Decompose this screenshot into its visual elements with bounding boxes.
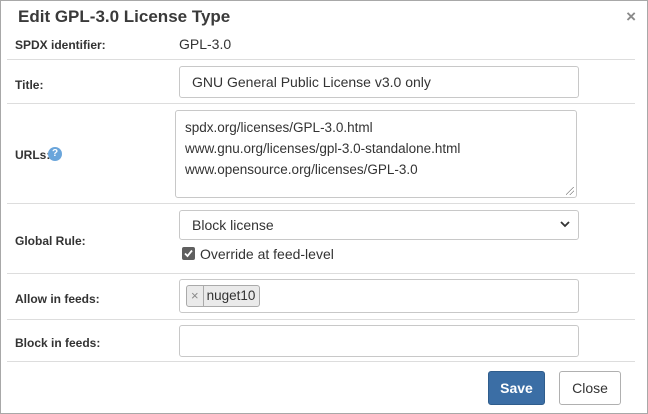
allow-feeds-label: Allow in feeds: xyxy=(15,292,100,306)
url-line: www.gnu.org/licenses/gpl-3.0-standalone.… xyxy=(185,141,461,156)
checkmark-icon xyxy=(184,249,193,258)
global-rule-select[interactable]: Block license xyxy=(179,210,579,240)
save-button[interactable]: Save xyxy=(488,371,545,405)
dialog-title: Edit GPL-3.0 License Type xyxy=(18,7,231,26)
tag-remove-icon[interactable]: × xyxy=(191,286,199,306)
urls-textarea[interactable]: spdx.org/licenses/GPL-3.0.html www.gnu.o… xyxy=(175,110,577,198)
global-rule-label: Global Rule: xyxy=(15,234,86,248)
url-line: www.opensource.org/licenses/GPL-3.0 xyxy=(185,162,418,177)
title-input[interactable] xyxy=(179,66,579,98)
feed-tag-label: nuget10 xyxy=(202,286,255,306)
block-feeds-label: Block in feeds: xyxy=(15,336,101,350)
dialog-header: Edit GPL-3.0 License Type × xyxy=(1,1,647,33)
override-label: Override at feed-level xyxy=(200,246,334,262)
urls-row: URLs: ? spdx.org/licenses/GPL-3.0.html w… xyxy=(7,103,635,203)
allow-feeds-row: Allow in feeds: × nuget10 xyxy=(7,273,635,319)
close-icon[interactable]: × xyxy=(626,7,636,27)
feed-tag: × nuget10 xyxy=(186,285,261,307)
url-line: spdx.org/licenses/GPL-3.0.html xyxy=(185,120,373,135)
block-feeds-row: Block in feeds: xyxy=(7,319,635,361)
resize-grip-icon[interactable] xyxy=(566,187,574,195)
title-row: Title: xyxy=(7,59,635,103)
title-label: Title: xyxy=(15,78,44,92)
footer-divider xyxy=(7,361,635,362)
spdx-label: SPDX identifier: xyxy=(15,38,106,52)
close-button[interactable]: Close xyxy=(559,371,621,405)
allow-feeds-input[interactable]: × nuget10 xyxy=(179,279,579,313)
global-rule-row: Global Rule: Block license Override at f… xyxy=(7,203,635,273)
spdx-row: SPDX identifier: GPL-3.0 xyxy=(7,33,635,59)
urls-label: URLs: xyxy=(15,148,51,162)
edit-license-dialog: Edit GPL-3.0 License Type × SPDX identif… xyxy=(0,0,648,414)
spdx-value: GPL-3.0 xyxy=(179,36,232,52)
block-feeds-input[interactable] xyxy=(179,325,579,357)
global-rule-selected: Block license xyxy=(192,217,274,233)
help-icon[interactable]: ? xyxy=(48,147,62,161)
chevron-down-icon xyxy=(560,221,570,228)
override-checkbox[interactable] xyxy=(182,247,195,260)
